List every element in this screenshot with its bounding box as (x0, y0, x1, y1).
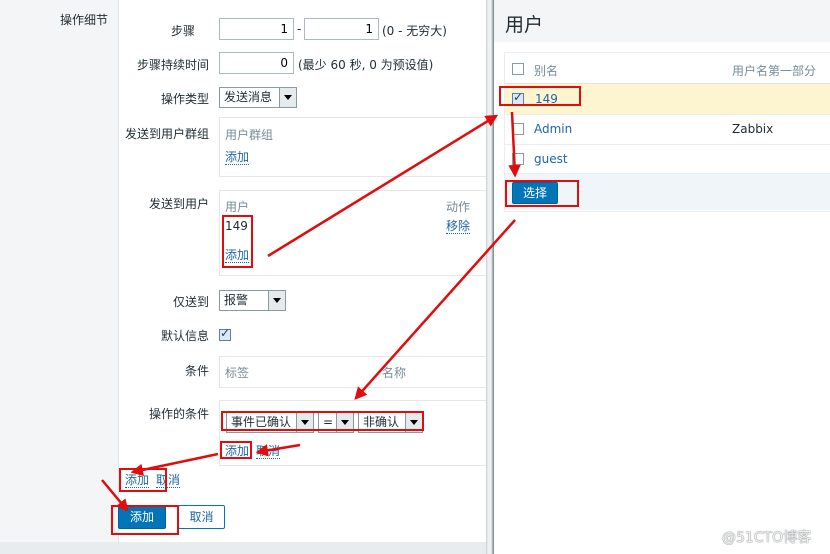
send-only-value: 报警 (224, 293, 249, 307)
conditions-box (219, 356, 487, 388)
user-remove-link[interactable]: 移除 (446, 219, 471, 234)
condition-operator-value: = (323, 415, 334, 429)
condition-cancel-link[interactable]: 取消 (256, 444, 281, 459)
condition-value-value: 非确认 (363, 415, 400, 429)
conditions-tag-column: 标签 (225, 366, 250, 380)
operation-add-link[interactable]: 添加 (125, 473, 150, 488)
user-value: 149 (225, 219, 248, 233)
step-to-input[interactable] (304, 18, 379, 40)
popup-title: 用户 (505, 14, 544, 36)
default-message-checkbox[interactable] (219, 326, 231, 341)
operation-details-label: 操作细节 (60, 13, 109, 27)
operation-type-label: 操作类型 (161, 92, 210, 106)
users-label: 发送到用户 (149, 197, 210, 211)
condition-field-select[interactable]: 事件已确认 (226, 412, 314, 433)
users-column: 用户 (225, 200, 250, 214)
step-duration-input[interactable] (219, 52, 294, 74)
condition-field-value: 事件已确认 (231, 415, 292, 429)
step-duration-label: 步骤持续时间 (137, 58, 210, 72)
chevron-down-icon (336, 413, 353, 432)
row-alias-guest[interactable]: guest (534, 152, 568, 166)
step-label: 步骤 (171, 24, 196, 38)
bottom-strip (0, 542, 486, 554)
row-checkbox-149[interactable] (512, 90, 524, 105)
chevron-down-icon (296, 413, 313, 432)
operation-conditions-label: 操作的条件 (149, 407, 210, 421)
send-only-label: 仅送到 (173, 295, 210, 309)
row-name-admin: Zabbix (732, 122, 774, 136)
name-column-header[interactable]: 用户名第一部分 (732, 62, 816, 79)
condition-value-select[interactable]: 非确认 (358, 412, 423, 433)
step-dash: - (297, 22, 302, 36)
user-groups-add-link[interactable]: 添加 (225, 150, 250, 165)
operation-type-value: 发送消息 (224, 90, 273, 104)
user-groups-column: 用户群组 (225, 128, 274, 142)
row-checkbox-admin[interactable] (512, 123, 524, 135)
users-action-column: 动作 (446, 200, 471, 214)
conditions-label: 条件 (185, 364, 210, 378)
operation-cancel-link[interactable]: 取消 (156, 473, 181, 488)
row-alias-admin[interactable]: Admin (534, 122, 572, 136)
row-checkbox-guest[interactable] (512, 153, 524, 165)
default-message-label: 默认信息 (161, 329, 210, 343)
chevron-down-icon (268, 291, 285, 310)
condition-add-link[interactable]: 添加 (225, 444, 250, 459)
users-add-link[interactable]: 添加 (225, 248, 250, 263)
alias-column-header[interactable]: 别名 (534, 62, 558, 79)
chevron-down-icon (279, 88, 296, 107)
conditions-name-column: 名称 (382, 366, 407, 380)
step-duration-note: (最少 60 秒, 0 为预设值) (298, 58, 434, 72)
watermark: @51CTO博客 (722, 530, 812, 546)
cancel-button[interactable]: 取消 (178, 505, 225, 529)
operation-type-select[interactable]: 发送消息 (219, 87, 297, 108)
step-from-input[interactable] (219, 18, 294, 40)
panel-divider[interactable] (486, 0, 494, 554)
user-groups-label: 发送到用户群组 (125, 127, 210, 141)
add-button[interactable]: 添加 (118, 505, 166, 529)
popup-header (494, 0, 830, 42)
step-note: (0 - 无穷大) (382, 24, 447, 38)
row-alias-149[interactable]: 149 (535, 92, 558, 106)
send-only-select[interactable]: 报警 (219, 290, 286, 311)
select-all-checkbox[interactable] (512, 63, 524, 75)
select-button[interactable]: 选择 (512, 182, 558, 204)
chevron-down-icon (405, 413, 422, 432)
condition-operator-select[interactable]: = (318, 412, 354, 433)
